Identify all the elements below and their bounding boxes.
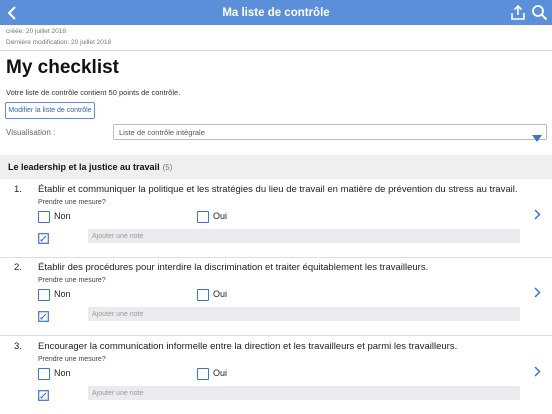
checkbox-non[interactable] (38, 368, 50, 380)
top-bar: Ma liste de contrôle (0, 0, 552, 25)
chevron-right-icon[interactable] (533, 207, 541, 220)
checklist-summary: Votre liste de contrôle contient 50 poin… (6, 88, 181, 97)
checkbox-non[interactable] (38, 289, 50, 301)
modified-date: Dernière modification: 20 juillet 2018 (6, 39, 112, 46)
item-prompt: Prendre une mesure? (38, 356, 106, 363)
item-number: 1. (14, 184, 22, 195)
checkbox-oui[interactable] (197, 211, 209, 223)
option-oui-label: Oui (213, 368, 228, 378)
chevron-down-icon (532, 129, 542, 142)
chevron-right-icon[interactable] (533, 364, 541, 377)
option-oui-label: Oui (213, 211, 228, 221)
note-icon[interactable] (38, 309, 49, 322)
note-input[interactable] (88, 229, 520, 243)
item-question: Établir des procédures pour interdire la… (38, 262, 429, 273)
divider (0, 335, 552, 336)
visualisation-selected-value: Liste de contrôle intégrale (119, 128, 205, 137)
chevron-left-icon[interactable] (5, 3, 19, 22)
window-title: Ma liste de contrôle (222, 6, 330, 19)
chevron-right-icon[interactable] (533, 285, 541, 298)
section-name: Le leadership et la justice au travail (8, 162, 160, 172)
item-prompt: Prendre une mesure? (38, 199, 106, 206)
item-number: 2. (14, 262, 22, 273)
search-icon[interactable] (531, 4, 548, 21)
note-icon[interactable] (38, 388, 49, 401)
divider (0, 50, 552, 51)
section-header[interactable]: Le leadership et la justice au travail (… (0, 155, 552, 179)
section-count: (5) (162, 162, 173, 172)
checkbox-non[interactable] (38, 211, 50, 223)
edit-checklist-button[interactable]: Modifier la liste de contrôle (5, 102, 95, 119)
item-prompt: Prendre une mesure? (38, 277, 106, 284)
checklist-item: 1. Établir et communiquer la politique e… (0, 180, 552, 258)
share-icon[interactable] (510, 4, 526, 21)
checkbox-oui[interactable] (197, 289, 209, 301)
checkbox-oui[interactable] (197, 368, 209, 380)
option-non-label: Non (54, 289, 71, 299)
created-date: créée: 20 juillet 2018 (6, 28, 66, 35)
checklist-item: 2. Établir des procédures pour interdire… (0, 258, 552, 336)
visualisation-label: Visualisation : (6, 128, 56, 137)
page-title: My checklist (6, 57, 119, 78)
option-non-label: Non (54, 368, 71, 378)
item-number: 3. (14, 341, 22, 352)
option-oui-label: Oui (213, 289, 228, 299)
option-non-label: Non (54, 211, 71, 221)
item-question: Encourager la communication informelle e… (38, 341, 458, 352)
checklist-item: 3. Encourager la communication informell… (0, 337, 552, 414)
visualisation-select[interactable]: Liste de contrôle intégrale (113, 124, 547, 142)
item-question: Établir et communiquer la politique et l… (38, 184, 518, 195)
note-icon[interactable] (38, 231, 49, 244)
note-input[interactable] (88, 386, 520, 400)
note-input[interactable] (88, 307, 520, 321)
